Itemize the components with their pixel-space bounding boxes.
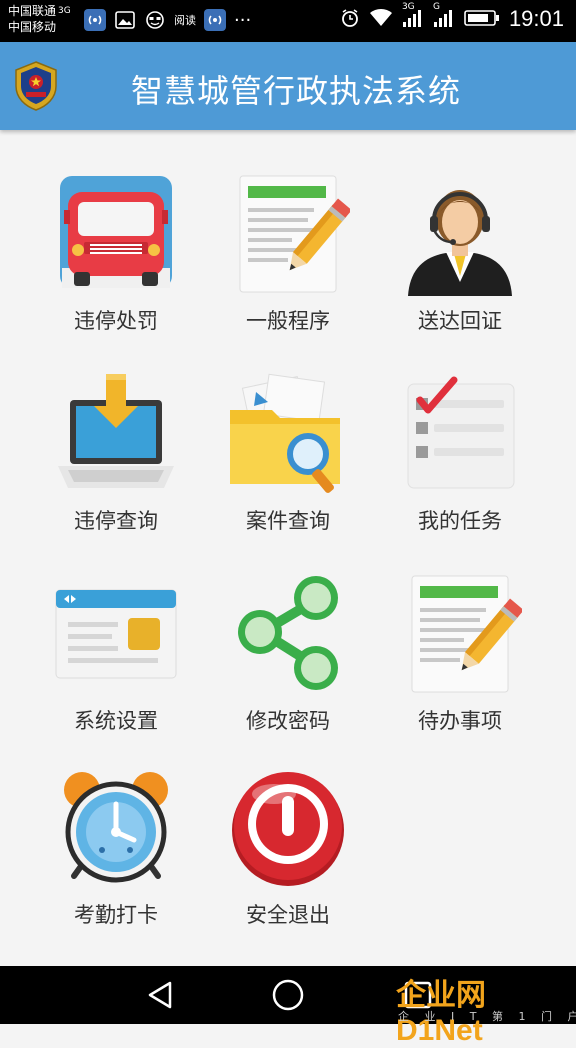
signal-2-icon: G — [433, 2, 455, 31]
app-bar: 智慧城管行政执法系统 — [0, 42, 576, 130]
carrier-info: 中国联通 3G 中国移动 — [8, 3, 71, 35]
menu-item-my-tasks[interactable]: 我的任务 — [372, 372, 548, 542]
task-checklist-icon — [407, 376, 515, 489]
menu-label: 待办事项 — [418, 709, 502, 733]
app-title: 智慧城管行政执法系统 — [130, 72, 461, 110]
menu-item-general-procedure[interactable]: 一般程序 — [200, 172, 376, 342]
watermark: 企业网D1Net 企 业 I T 第 1 门 户 — [396, 970, 576, 1047]
menu-label: 我的任务 — [418, 509, 502, 533]
network-1-label: 3G — [401, 1, 415, 12]
home-icon[interactable] — [270, 977, 306, 1013]
reader-icon: 阅读 — [174, 14, 196, 27]
image-icon — [114, 9, 136, 31]
menu-label: 修改密码 — [246, 709, 330, 733]
menu-item-case-query[interactable]: 案件查询 — [200, 372, 376, 542]
hotspot-icon — [84, 9, 106, 31]
face-icon — [144, 9, 166, 31]
system-status: 3G G 19:01 — [340, 2, 564, 32]
menu-item-safe-exit[interactable]: 安全退出 — [200, 766, 376, 936]
settings-window-icon — [55, 589, 177, 679]
menu-label: 系统设置 — [74, 709, 158, 733]
menu-item-service-receipt[interactable]: 送达回证 — [372, 172, 548, 342]
menu-item-change-password[interactable]: 修改密码 — [200, 572, 376, 742]
menu-label: 案件查询 — [246, 509, 330, 533]
back-icon[interactable] — [142, 977, 178, 1013]
menu-label: 一般程序 — [246, 309, 330, 333]
menu-item-illegal-parking-query[interactable]: 违停查询 — [28, 372, 204, 542]
battery-icon — [464, 9, 500, 30]
hotspot-icon — [204, 9, 226, 31]
menu-label: 送达回证 — [418, 309, 502, 333]
menu-item-illegal-parking-penalty[interactable]: 违停处罚 — [28, 172, 204, 342]
network-2-label: G — [432, 1, 440, 12]
menu-item-system-settings[interactable]: 系统设置 — [28, 572, 204, 742]
notification-icons: 阅读 ··· — [84, 9, 251, 31]
alarm-icon — [340, 8, 360, 31]
power-exit-icon — [232, 772, 344, 886]
menu-item-pending-items[interactable]: 待办事项 — [372, 572, 548, 742]
menu-label: 违停查询 — [74, 509, 158, 533]
status-bar: 中国联通 3G 中国移动 阅读 ··· 3G G 19:01 — [0, 0, 576, 42]
alarm-clock-icon — [64, 772, 168, 883]
red-truck-icon — [60, 176, 172, 288]
more-icon: ··· — [234, 9, 252, 31]
menu-label: 违停处罚 — [74, 309, 158, 333]
folder-search-icon — [230, 373, 340, 493]
wifi-icon — [369, 8, 393, 31]
signal-1-icon: 3G — [402, 2, 424, 31]
todo-pencil-icon — [411, 575, 522, 693]
menu-label: 考勤打卡 — [74, 903, 158, 927]
menu-item-attendance-check-in[interactable]: 考勤打卡 — [28, 766, 204, 936]
menu-label: 安全退出 — [246, 903, 330, 927]
watermark-subtitle: 企 业 I T 第 1 门 户 — [398, 1010, 576, 1023]
carrier-1-network: 3G — [58, 6, 71, 16]
support-agent-icon — [408, 190, 512, 296]
clock: 19:01 — [508, 6, 564, 31]
carrier-2: 中国移动 — [8, 20, 57, 34]
share-nodes-icon — [238, 576, 338, 690]
carrier-1: 中国联通 — [8, 4, 57, 18]
document-pencil-icon — [239, 175, 350, 293]
laptop-download-icon — [58, 374, 174, 488]
